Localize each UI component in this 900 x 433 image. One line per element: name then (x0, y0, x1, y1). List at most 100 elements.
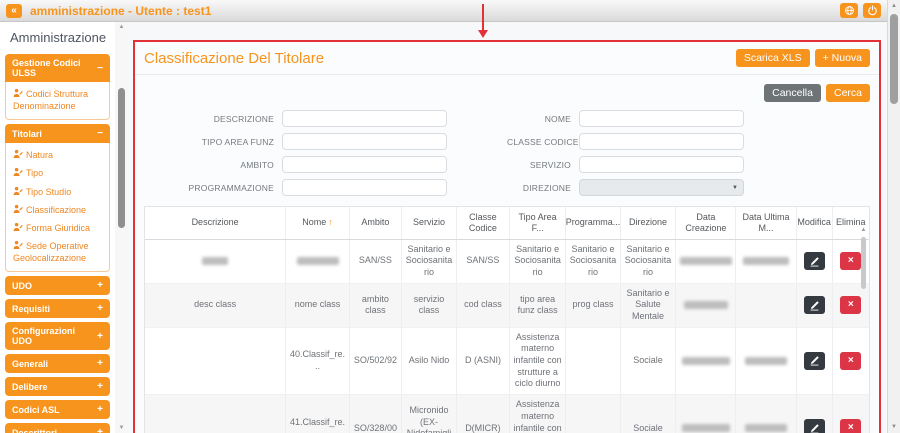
edit-row-button[interactable] (804, 419, 825, 433)
form-row-nome: NOME (507, 110, 870, 127)
redacted-value (297, 257, 339, 265)
sidebar-section-descrittori[interactable]: Descrittori+ (5, 423, 110, 433)
search-button[interactable]: Cerca (826, 84, 870, 102)
sort-ascending-icon[interactable]: ↑ (328, 217, 333, 228)
input-nome[interactable] (579, 110, 744, 127)
column-header-label: Data Creazione (678, 212, 733, 234)
column-header-direzione[interactable]: Direzione (621, 207, 677, 239)
cell-modifica (797, 328, 833, 394)
collapse-section-icon[interactable]: − (97, 128, 103, 139)
collapse-section-icon[interactable]: − (97, 63, 103, 74)
sidebar-section-codici-asl[interactable]: Codici ASL+ (5, 400, 110, 419)
pencil-icon (809, 300, 820, 311)
cell-data-ultima-m (736, 284, 796, 327)
download-xls-button[interactable]: Scarica XLS (736, 49, 810, 67)
cell-classe-codice: D(MICR) (457, 395, 510, 433)
scroll-up-icon[interactable]: ▲ (115, 24, 128, 30)
new-record-button[interactable]: + Nuova (815, 49, 870, 67)
column-header-ambito[interactable]: Ambito (350, 207, 402, 239)
globe-icon (844, 5, 855, 16)
sidebar-section-titolari[interactable]: Titolari− (5, 124, 110, 143)
input-tipo-area-funz[interactable] (282, 133, 447, 150)
sidebar-section-delibere[interactable]: Delibere+ (5, 377, 110, 396)
sidebar-section-configurazioni-udo[interactable]: Configurazioni UDO+ (5, 322, 110, 350)
cell-classe-codice: cod class (457, 284, 510, 327)
expand-section-icon[interactable]: + (97, 358, 103, 369)
expand-section-icon[interactable]: + (97, 404, 103, 415)
sidebar-item-label: Tipo (26, 168, 43, 178)
sidebar-scrollbar[interactable]: ▲ ▼ (115, 22, 128, 433)
sidebar-section-requisiti[interactable]: Requisiti+ (5, 299, 110, 318)
table-row: SAN/SSSanitario e SociosanitarioSAN/SSSa… (145, 240, 869, 284)
search-form-left-column: DESCRIZIONETIPO AREA FUNZAMBITOPROGRAMMA… (144, 110, 507, 196)
sidebar-item-natura[interactable]: Natura (6, 146, 109, 164)
column-header-nome[interactable]: Nome↑ (286, 207, 350, 239)
expand-section-icon[interactable]: + (97, 427, 103, 433)
pencil-icon (809, 256, 820, 267)
column-header-modifica[interactable]: Modifica (797, 207, 833, 239)
sidebar-section-label: Configurazioni UDO (12, 326, 97, 346)
sidebar-item-codici-struttura-denominazione[interactable]: Codici Struttura Denominazione (6, 85, 109, 115)
sidebar-scrollbar-thumb[interactable] (118, 88, 125, 228)
edit-row-button[interactable] (804, 296, 825, 314)
select-direzione[interactable]: ▼ (579, 179, 744, 196)
input-servizio[interactable] (579, 156, 744, 173)
table-scrollbar-thumb[interactable] (861, 237, 866, 289)
page-scrollbar[interactable]: ▲ ▼ (887, 0, 900, 433)
cell-modifica (797, 395, 833, 433)
sidebar-item-tipo[interactable]: Tipo (6, 164, 109, 182)
sidebar-item-label: Tipo Studio (26, 187, 71, 197)
table-scrollbar[interactable]: ▲ (859, 227, 868, 433)
expand-section-icon[interactable]: + (97, 280, 103, 291)
field-label-servizio: SERVIZIO (507, 160, 571, 170)
cell-servizio: servizio class (402, 284, 457, 327)
input-programmazione[interactable] (282, 179, 447, 196)
scroll-up-icon[interactable]: ▲ (859, 227, 868, 233)
cell-descrizione (145, 328, 286, 394)
sidebar-collapse-button[interactable]: « (6, 4, 22, 18)
expand-section-icon[interactable]: + (97, 331, 103, 342)
clear-button[interactable]: Cancella (764, 84, 821, 102)
input-descrizione[interactable] (282, 110, 447, 127)
sidebar-section-generali[interactable]: Generali+ (5, 354, 110, 373)
field-label-programmazione: PROGRAMMAZIONE (144, 183, 274, 193)
edit-row-button[interactable] (804, 352, 825, 370)
redacted-value (202, 257, 228, 265)
redacted-value (745, 424, 787, 432)
input-classe-codice[interactable] (579, 133, 744, 150)
cell-programma: prog class (566, 284, 620, 327)
pencil-icon (809, 423, 820, 433)
column-header-classe-codice[interactable]: Classe Codice (457, 207, 510, 239)
scroll-up-icon[interactable]: ▲ (888, 3, 900, 9)
logout-power-button[interactable] (863, 3, 881, 18)
column-header-label: Classe Codice (459, 212, 507, 234)
page-scrollbar-thumb[interactable] (890, 14, 898, 104)
dropdown-caret-icon: ▼ (732, 185, 738, 191)
sidebar-item-sede-operative-geolocalizzazione[interactable]: Sede Operative Geolocalizzazione (6, 237, 109, 267)
cell-direzione: Sociale (621, 395, 677, 433)
column-header-data-ultima-m[interactable]: Data Ultima M... (736, 207, 796, 239)
column-header-data-creazione[interactable]: Data Creazione (676, 207, 736, 239)
edit-row-button[interactable] (804, 252, 825, 270)
form-row-servizio: SERVIZIO (507, 156, 870, 173)
sidebar-item-tipo-studio[interactable]: Tipo Studio (6, 183, 109, 201)
sidebar-item-forma-giuridica[interactable]: Forma Giuridica (6, 219, 109, 237)
sidebar-section-gestione-codici-ulss[interactable]: Gestione Codici ULSS− (5, 54, 110, 82)
user-edit-icon (13, 240, 23, 250)
column-header-servizio[interactable]: Servizio (402, 207, 457, 239)
scroll-down-icon[interactable]: ▼ (115, 425, 128, 431)
expand-section-icon[interactable]: + (97, 303, 103, 314)
column-header-programma[interactable]: Programma... (566, 207, 620, 239)
scroll-down-icon[interactable]: ▼ (888, 424, 900, 430)
input-ambito[interactable] (282, 156, 447, 173)
expand-section-icon[interactable]: + (97, 381, 103, 392)
cell-direzione: Sanitario e Salute Mentale (621, 284, 677, 327)
column-header-tipo-area-f[interactable]: Tipo Area F... (510, 207, 566, 239)
user-edit-icon (13, 186, 23, 196)
cell-tipo-area-f: Assistenza materno infantile con struttu… (510, 328, 566, 394)
language-globe-button[interactable] (840, 3, 858, 18)
cell-data-creazione (676, 328, 736, 394)
sidebar-item-classificazione[interactable]: Classificazione (6, 201, 109, 219)
column-header-descrizione[interactable]: Descrizione (145, 207, 286, 239)
sidebar-section-udo[interactable]: UDO+ (5, 276, 110, 295)
